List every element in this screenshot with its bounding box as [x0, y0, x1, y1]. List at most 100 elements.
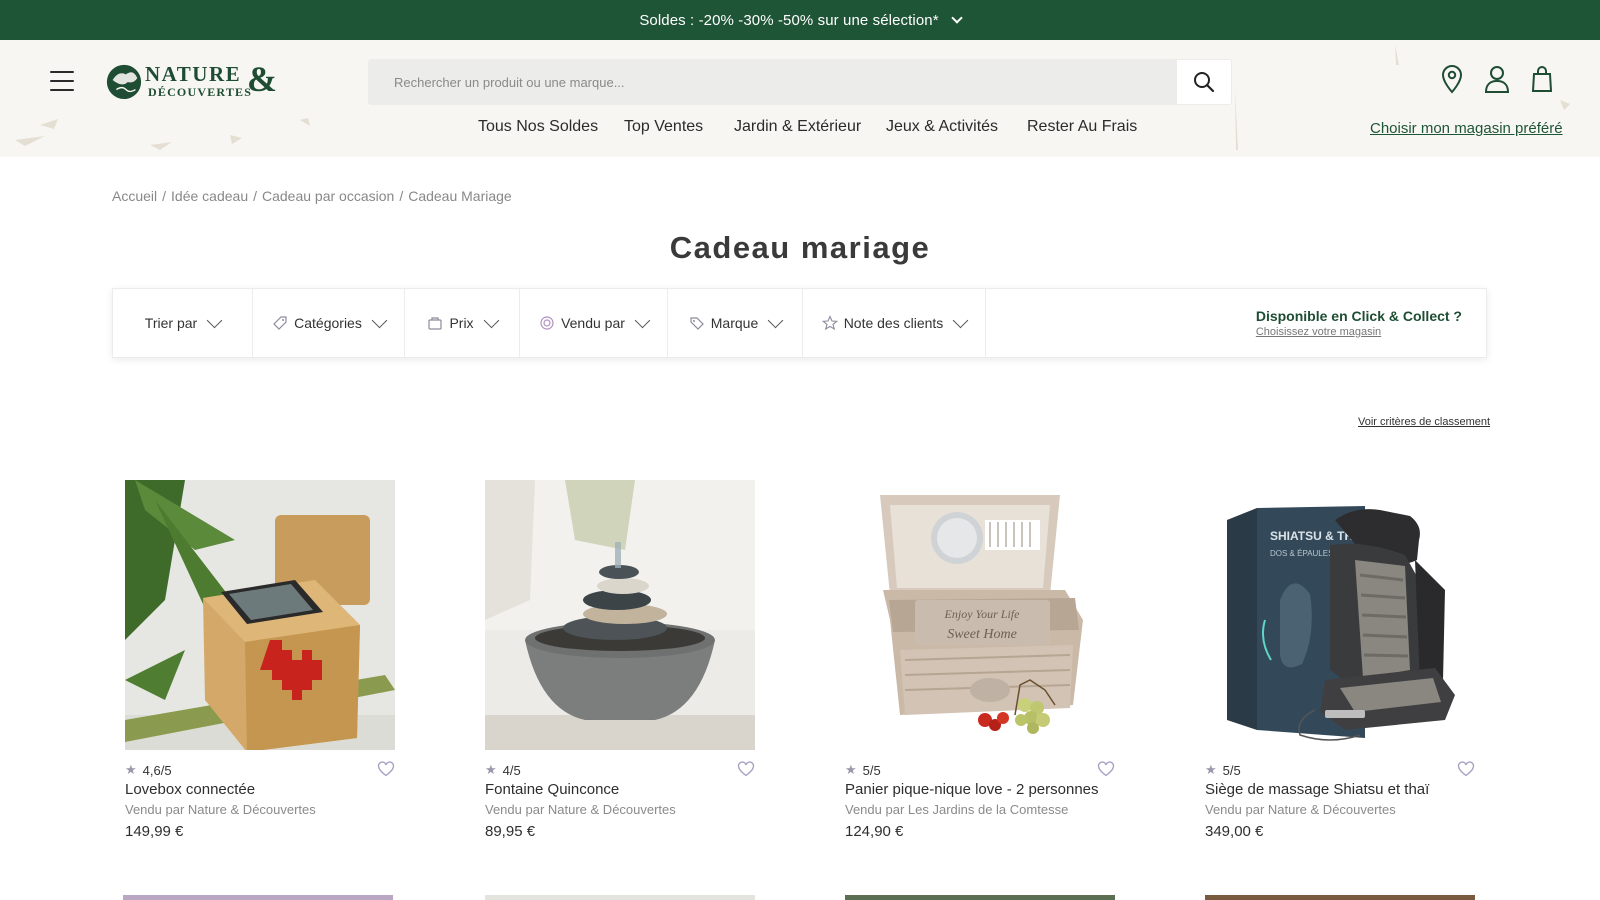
- product-image-lovebox[interactable]: [125, 480, 395, 750]
- product-seller: Vendu par Les Jardins de la Comtesse: [845, 802, 1069, 817]
- product-seller: Vendu par Nature & Découvertes: [125, 802, 316, 817]
- product-image-panier[interactable]: Enjoy Your Life Sweet Home: [845, 480, 1115, 750]
- menu-hamburger-icon[interactable]: [50, 71, 74, 91]
- main-nav: Tous Nos Soldes Top Ventes Jardin & Exté…: [0, 118, 1600, 142]
- product-image-peek: [845, 895, 1115, 900]
- breadcrumb-separator: /: [162, 188, 167, 204]
- filter-categories[interactable]: Catégories: [253, 289, 405, 357]
- product-seller: Vendu par Nature & Découvertes: [1205, 802, 1396, 817]
- filter-label: Catégories: [294, 315, 362, 331]
- product-name[interactable]: Siège de massage Shiatsu et thaï: [1205, 781, 1475, 798]
- filter-label: Prix: [449, 315, 474, 331]
- product-rating: 4/5: [502, 762, 521, 778]
- filter-label: Note des clients: [843, 315, 944, 331]
- product-rating: 4,6/5: [142, 762, 172, 778]
- rating-row: ★ 5/5: [1205, 760, 1475, 780]
- chevron-down-icon: [634, 312, 651, 328]
- product-image-peek: [123, 895, 393, 900]
- choose-store-link[interactable]: Choisir mon magasin préféré: [1370, 120, 1563, 137]
- heart-wishlist-icon[interactable]: [737, 760, 755, 778]
- product-card[interactable]: SHIATSU & THAÏ DOS & ÉPAULES ★ 5/5 Siège…: [1205, 480, 1475, 840]
- nav-item-jeux[interactable]: Jeux & Activités: [886, 118, 998, 136]
- rating-row: ★ 5/5: [845, 760, 1115, 780]
- product-price: 89,95 €: [485, 823, 536, 840]
- page-title: Cadeau mariage: [669, 230, 931, 265]
- rating-row: ★ 4,6/5: [125, 760, 395, 780]
- breadcrumb-cadeau-occasion[interactable]: Cadeau par occasion: [262, 188, 394, 204]
- product-card[interactable]: ★ 4/5 Fontaine Quinconce Vendu par Natur…: [485, 480, 755, 840]
- breadcrumb-idee-cadeau[interactable]: Idée cadeau: [171, 188, 248, 204]
- product-rating: 5/5: [1222, 762, 1241, 778]
- filter-price[interactable]: Prix: [405, 289, 520, 357]
- product-image-fontaine[interactable]: [485, 480, 755, 750]
- product-price: 124,90 €: [845, 823, 904, 840]
- brand-logo[interactable]: NATURE DÉCOUVERTES &: [105, 59, 280, 103]
- filter-label: Marque: [710, 315, 759, 331]
- nav-item-rester-au-frais[interactable]: Rester Au Frais: [1027, 118, 1137, 136]
- logo-ampersand: &: [247, 59, 277, 99]
- logo-text-decouvertes: DÉCOUVERTES: [148, 85, 253, 99]
- cart-bag-icon[interactable]: [1527, 61, 1557, 97]
- product-image-peek: [485, 895, 755, 900]
- filter-rating[interactable]: Note des clients: [803, 289, 986, 357]
- filter-brand[interactable]: Marque: [668, 289, 803, 357]
- product-name[interactable]: Lovebox connectée: [125, 781, 395, 798]
- product-name[interactable]: Panier pique-nique love - 2 personnes: [845, 781, 1115, 798]
- star-icon: ★: [845, 762, 857, 777]
- seller-icon: [540, 316, 554, 330]
- breadcrumb-accueil[interactable]: Accueil: [112, 188, 157, 204]
- globe-tree-logo-icon: [106, 64, 142, 100]
- breadcrumb-separator: /: [399, 188, 404, 204]
- search-icon: [1194, 72, 1215, 93]
- product-rating: 5/5: [862, 762, 881, 778]
- price-bag-icon: [428, 317, 443, 330]
- rating-row: ★ 4/5: [485, 760, 755, 780]
- product-price: 349,00 €: [1205, 823, 1264, 840]
- star-outline-icon: [821, 315, 838, 331]
- nav-item-jardin[interactable]: Jardin & Extérieur: [734, 118, 861, 136]
- chevron-down-icon: [951, 11, 963, 24]
- chevron-down-icon: [371, 312, 388, 328]
- chevron-down-icon: [206, 312, 223, 328]
- location-pin-icon[interactable]: [1437, 61, 1467, 97]
- filter-seller[interactable]: Vendu par: [520, 289, 668, 357]
- choose-store-small-link[interactable]: Choisissez votre magasin: [1256, 326, 1381, 338]
- star-icon: ★: [125, 762, 137, 777]
- product-card[interactable]: Enjoy Your Life Sweet Home ★ 5/5 Panier …: [845, 480, 1115, 840]
- panier-text-line1: Enjoy Your Life: [944, 607, 1021, 621]
- click-collect: Disponible en Click & Collect ? Choisiss…: [1256, 289, 1486, 357]
- account-icon[interactable]: [1482, 61, 1512, 97]
- tag-icon: [273, 316, 287, 330]
- heart-wishlist-icon[interactable]: [1457, 760, 1475, 778]
- heart-wishlist-icon[interactable]: [377, 760, 395, 778]
- filter-sort[interactable]: Trier par: [113, 289, 253, 357]
- product-image-peek: [1205, 895, 1475, 900]
- filter-bar: Trier par Catégories Prix Vendu par Marq…: [112, 288, 1487, 358]
- product-seller: Vendu par Nature & Découvertes: [485, 802, 676, 817]
- nav-item-top-ventes[interactable]: Top Ventes: [624, 118, 703, 136]
- label-icon: [690, 317, 704, 330]
- search-button[interactable]: [1176, 59, 1232, 105]
- star-icon: ★: [485, 762, 497, 777]
- nav-item-soldes[interactable]: Tous Nos Soldes: [478, 118, 598, 136]
- heart-wishlist-icon[interactable]: [1097, 760, 1115, 778]
- breadcrumb: Accueil / Idée cadeau / Cadeau par occas…: [112, 188, 512, 204]
- search-bar: [368, 59, 1232, 105]
- breadcrumb-current: Cadeau Mariage: [408, 188, 512, 204]
- star-icon: ★: [1205, 762, 1217, 777]
- chevron-down-icon: [483, 312, 499, 328]
- chevron-down-icon: [767, 312, 784, 328]
- product-image-siege-massage[interactable]: SHIATSU & THAÏ DOS & ÉPAULES: [1205, 480, 1475, 750]
- box-subtitle-text: DOS & ÉPAULES: [1270, 549, 1333, 558]
- site-header: NATURE DÉCOUVERTES & Tous Nos Soldes Top…: [0, 40, 1600, 157]
- search-input[interactable]: [368, 59, 1176, 105]
- chevron-down-icon: [953, 312, 969, 328]
- filter-label: Trier par: [144, 315, 198, 331]
- promo-text: Soldes : -20% -30% -50% sur une sélectio…: [639, 11, 939, 29]
- promo-banner[interactable]: Soldes : -20% -30% -50% sur une sélectio…: [0, 0, 1600, 40]
- ranking-criteria-link[interactable]: Voir critères de classement: [1358, 416, 1490, 428]
- product-card[interactable]: ★ 4,6/5 Lovebox connectée Vendu par Natu…: [125, 480, 395, 840]
- product-name[interactable]: Fontaine Quinconce: [485, 781, 755, 798]
- product-price: 149,99 €: [125, 823, 184, 840]
- header-icons: [1437, 61, 1572, 97]
